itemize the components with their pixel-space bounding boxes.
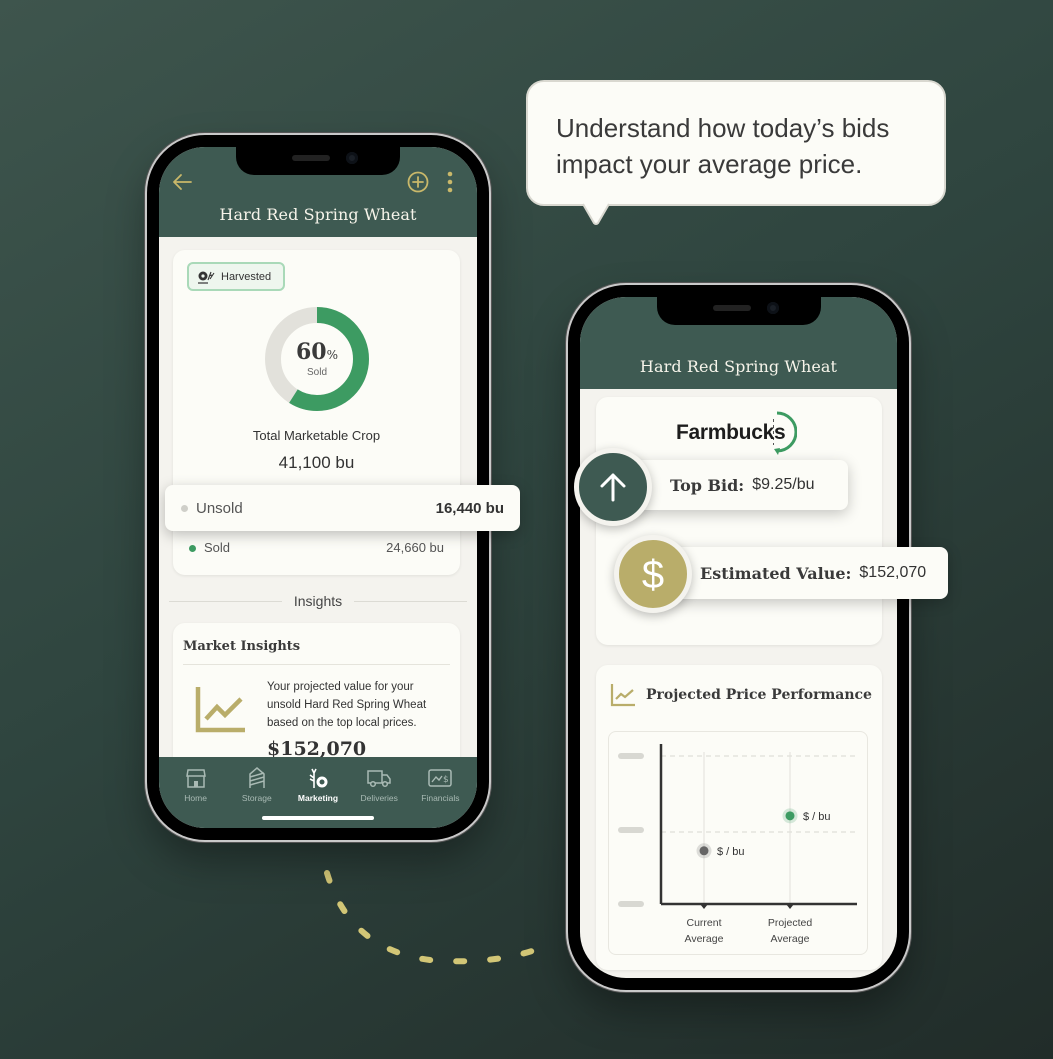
market-insights-text: Your projected value for your unsold Har… <box>267 681 427 729</box>
tab-home[interactable]: Home <box>165 767 226 828</box>
price-chart-svg: Current Average Projected Average $ / bu $ / … <box>618 744 857 945</box>
phone-notch <box>236 147 400 175</box>
crop-total: 41,100 bu <box>278 453 355 472</box>
dollar-badge: $ <box>614 535 692 613</box>
bubble-tail <box>583 203 609 225</box>
x-tick <box>700 904 708 909</box>
x-tick-label: Current <box>686 917 721 929</box>
estimated-value-amount: $152,070 <box>859 564 927 581</box>
price-chart: Current Average Projected Average $ / bu $ / … <box>608 731 868 955</box>
projected-price-card: Projected Price Performance Current Avera… <box>596 665 882 970</box>
page-title: Hard Red Spring Wheat <box>219 205 417 224</box>
wheat-coin-icon <box>309 768 328 788</box>
harvester-icon <box>198 271 215 284</box>
arrow-up-badge <box>574 448 652 526</box>
unsold-dot <box>181 505 188 513</box>
tab-financials[interactable]: $ Financials <box>410 767 471 828</box>
arrow-left-icon[interactable] <box>171 173 193 191</box>
bubble-line-2: impact your average price. <box>556 149 863 179</box>
speech-bubble: Understand how today’s bids impact your … <box>526 80 946 206</box>
estimated-value-pill: Estimated Value: $152,070 <box>650 547 948 599</box>
brand-name: Farmbucks <box>676 421 786 444</box>
truck-icon <box>367 770 391 788</box>
phone-price-performance: Hard Red Spring Wheat Farmbucks Projecte… <box>568 285 909 990</box>
data-point <box>699 846 709 856</box>
data-label: $ / bu <box>717 846 745 858</box>
donut-label: Sold <box>306 367 327 378</box>
silo-icon <box>249 767 265 788</box>
sold-label: Sold <box>204 540 231 555</box>
sold-dot <box>189 545 196 553</box>
x-tick-label: Projected <box>768 917 813 929</box>
phone-notch <box>656 297 821 325</box>
top-bid-label: Top Bid: <box>670 475 745 495</box>
x-tick-label: Average <box>685 933 724 945</box>
home-indicator <box>262 816 374 820</box>
arrow-up-icon <box>600 473 626 502</box>
unsold-row: Unsold 16,440 bu <box>165 485 520 531</box>
line-chart-icon <box>610 684 635 707</box>
status-badge-label: Harvested <box>221 270 272 283</box>
insights-divider: Insights <box>169 593 467 609</box>
home-icon <box>185 769 206 788</box>
chart-dollar-icon: $ <box>428 769 453 787</box>
page-title: Hard Red Spring Wheat <box>639 357 838 376</box>
farmbucks-logo: Farmbucks <box>676 409 798 457</box>
bottom-tab-bar: Home Storage Marketing Deliveries $ Fina… <box>159 757 477 828</box>
svg-text:$: $ <box>443 775 449 785</box>
bubble-line-1: Understand how today’s bids <box>556 113 890 143</box>
unsold-label: Unsold <box>196 499 243 517</box>
line-chart-icon <box>195 687 245 733</box>
x-tick-label: Average <box>771 933 810 945</box>
sold-value: 24,660 bu <box>386 540 444 555</box>
more-vertical-icon[interactable] <box>447 171 453 193</box>
data-label: $ / bu <box>803 811 831 823</box>
insights-heading: Insights <box>293 593 343 609</box>
sold-donut-chart: 60% Sold <box>263 305 371 413</box>
dashed-connector <box>324 870 538 965</box>
brand-arc-icon <box>773 411 798 455</box>
donut-percent: 60 <box>295 339 327 365</box>
svg-text:$: $ <box>642 553 664 596</box>
data-point <box>785 811 795 821</box>
dollar-icon: $ <box>642 553 664 596</box>
sold-row: Sold 24,660 bu <box>189 540 444 555</box>
plus-circle-icon[interactable] <box>407 171 429 193</box>
phone-screen: Hard Red Spring Wheat Farmbucks Projecte… <box>580 297 897 978</box>
unsold-value: 16,440 bu <box>435 499 504 517</box>
x-tick <box>786 904 794 909</box>
top-bid-value: $9.25/bu <box>752 476 815 493</box>
market-insights-title: Market Insights <box>183 639 301 654</box>
crop-title: Total Marketable Crop <box>252 428 381 443</box>
projected-price-title: Projected Price Performance <box>646 687 872 703</box>
estimated-value-label: Estimated Value: <box>700 563 852 583</box>
status-badge: Harvested <box>187 262 285 291</box>
